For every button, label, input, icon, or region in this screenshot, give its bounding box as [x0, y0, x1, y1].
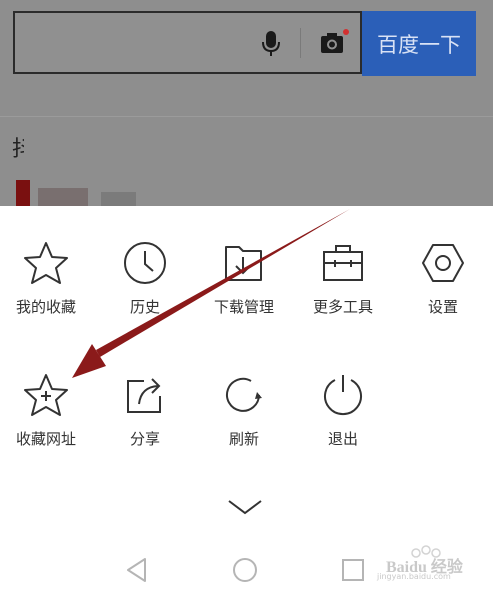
watermark-url: jingyan.baidu.com — [377, 572, 451, 581]
menu-item-label: 更多工具 — [312, 298, 373, 316]
download-folder-icon — [225, 246, 262, 281]
search-input[interactable] — [13, 11, 362, 74]
microphone-icon[interactable] — [258, 30, 284, 58]
share-icon — [127, 378, 161, 413]
menu-item-settings[interactable]: 设置 — [395, 240, 491, 317]
background-page: 百度一下 抖 — [0, 0, 493, 206]
camera-icon[interactable] — [318, 28, 350, 58]
menu-item-label: 分享 — [129, 430, 160, 448]
menu-item-bookmark-url[interactable]: 收藏网址 — [0, 372, 94, 449]
menu-item-label: 下载管理 — [213, 298, 274, 316]
toolbox-icon — [323, 245, 363, 281]
refresh-icon — [226, 377, 262, 412]
star-plus-icon — [24, 374, 68, 416]
menu-item-label: 历史 — [129, 298, 160, 316]
menu-item-label: 我的收藏 — [15, 298, 76, 316]
search-separator — [300, 28, 301, 58]
menu-item-label: 刷新 — [228, 430, 259, 448]
nav-home-icon[interactable] — [232, 557, 258, 583]
nav-back-icon[interactable] — [125, 557, 149, 583]
menu-item-history[interactable]: 历史 — [97, 240, 193, 317]
menu-item-exit[interactable]: 退出 — [295, 372, 391, 449]
power-icon — [324, 375, 362, 416]
chevron-down-icon[interactable] — [226, 497, 264, 517]
nav-recents-icon[interactable] — [341, 557, 365, 583]
menu-item-label: 退出 — [327, 430, 358, 448]
menu-item-refresh[interactable]: 刷新 — [196, 372, 292, 449]
background-divider — [0, 116, 493, 117]
menu-item-more-tools[interactable]: 更多工具 — [295, 240, 391, 317]
star-icon — [24, 242, 68, 284]
search-button[interactable]: 百度一下 — [362, 11, 476, 76]
menu-item-downloads[interactable]: 下载管理 — [196, 240, 292, 317]
menu-item-label: 收藏网址 — [15, 430, 76, 448]
background-content-fragment — [16, 180, 136, 206]
menu-item-share[interactable]: 分享 — [97, 372, 193, 449]
hexagon-settings-icon — [422, 244, 464, 282]
background-text-fragment: 抖 — [12, 137, 24, 159]
browser-menu-sheet: 我的收藏 历史 下载管理 更多工具 设置 收藏网址 分享 刷新 退出 — [0, 206, 493, 599]
menu-item-favorites[interactable]: 我的收藏 — [0, 240, 94, 317]
menu-item-label: 设置 — [427, 298, 458, 316]
clock-icon — [124, 242, 166, 284]
